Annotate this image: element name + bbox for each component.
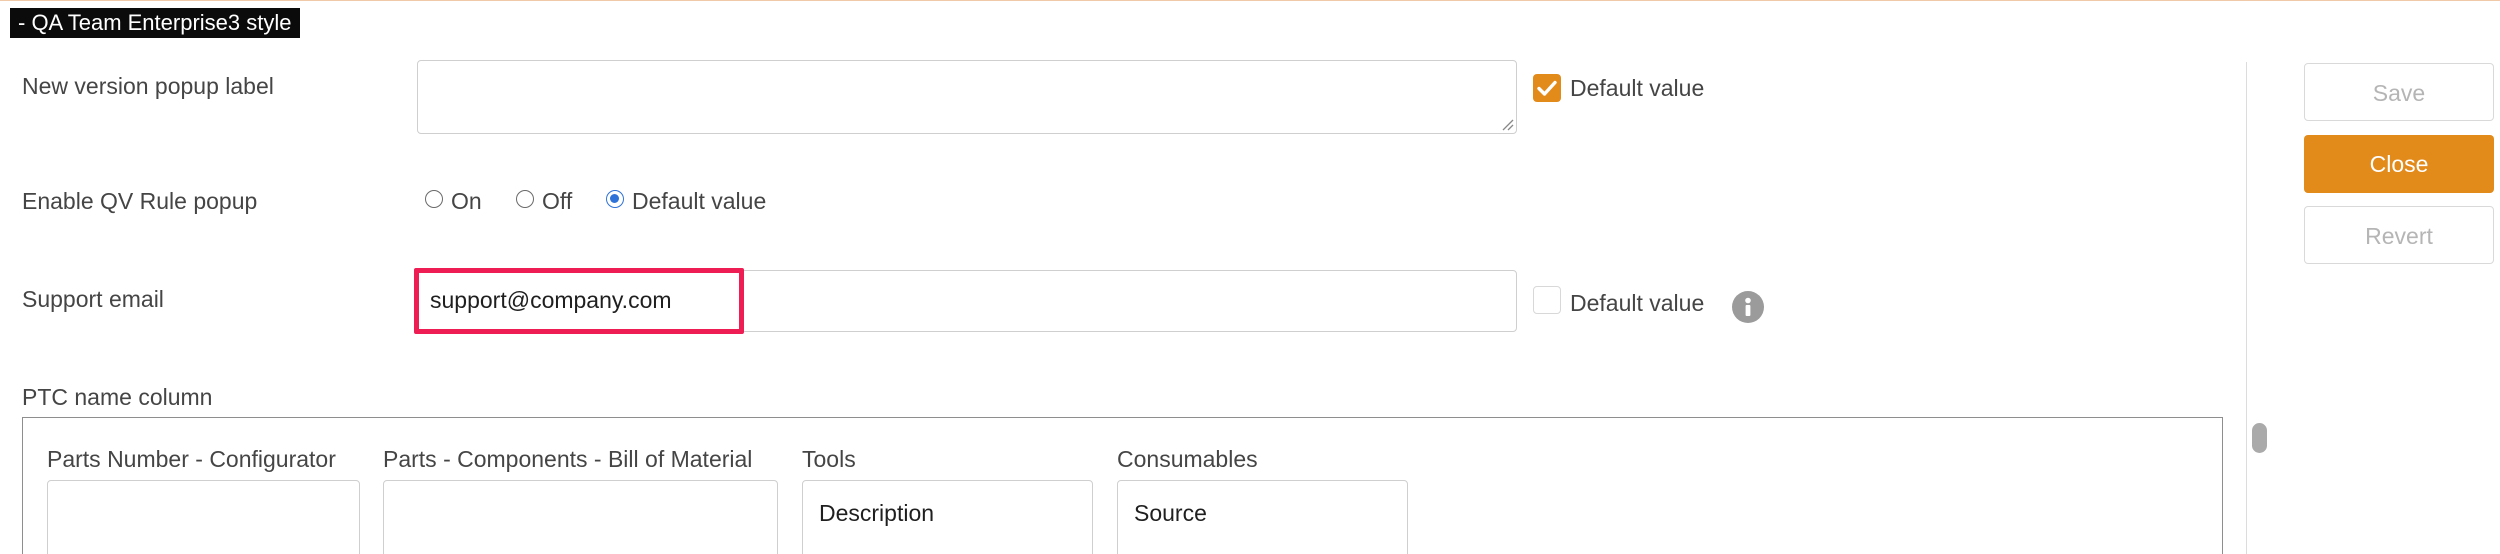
new-version-popup-textarea[interactable] (417, 60, 1517, 134)
resize-handle-icon[interactable] (1500, 117, 1514, 131)
column-input-consumables[interactable]: Source (1117, 480, 1408, 554)
support-email-default-label: Default value (1570, 290, 1705, 316)
top-border (0, 0, 2500, 1)
close-button[interactable]: Close (2304, 135, 2494, 193)
new-version-default-label: Default value (1570, 75, 1705, 101)
title-tag: - QA Team Enterprise3 style (10, 8, 300, 38)
support-email-default-checkbox[interactable] (1533, 286, 1561, 314)
column-input-parts-components[interactable] (383, 480, 778, 554)
column-header-parts-components: Parts - Components - Bill of Material (383, 446, 753, 472)
support-email-highlight (414, 268, 744, 334)
scrollbar-thumb[interactable] (2252, 423, 2267, 453)
qv-rule-default-radio[interactable] (606, 190, 624, 208)
column-header-consumables: Consumables (1117, 446, 1258, 472)
ptc-name-column-label: PTC name column (22, 384, 213, 410)
qv-rule-off-label: Off (542, 188, 573, 214)
new-version-default-checkbox[interactable] (1533, 74, 1561, 102)
scrollbar-track (2246, 62, 2247, 554)
column-input-tools[interactable]: Description (802, 480, 1093, 554)
column-header-tools: Tools (802, 446, 856, 472)
column-header-parts-number: Parts Number - Configurator (47, 446, 336, 472)
new-version-popup-label: New version popup label (22, 73, 274, 99)
revert-button[interactable]: Revert (2304, 206, 2494, 264)
qv-rule-popup-label: Enable QV Rule popup (22, 188, 258, 214)
qv-rule-default-label: Default value (632, 188, 767, 214)
save-button[interactable]: Save (2304, 63, 2494, 121)
qv-rule-on-label: On (451, 188, 482, 214)
qv-rule-off-radio[interactable] (516, 190, 534, 208)
ptc-name-column-panel: Parts Number - Configurator Parts - Comp… (22, 417, 2223, 554)
checkmark-icon (1537, 80, 1557, 96)
support-email-label: Support email (22, 286, 164, 312)
column-input-parts-number[interactable] (47, 480, 360, 554)
info-icon[interactable] (1732, 291, 1764, 323)
qv-rule-on-radio[interactable] (425, 190, 443, 208)
